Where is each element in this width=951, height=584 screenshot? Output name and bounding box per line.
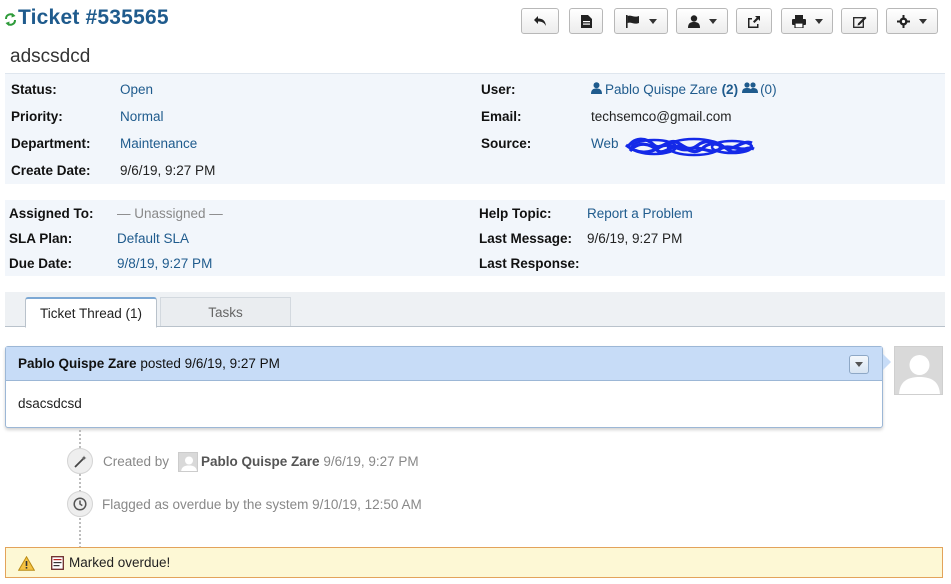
clock-icon bbox=[67, 491, 93, 517]
avatar bbox=[178, 452, 198, 472]
refresh-icon[interactable] bbox=[4, 12, 17, 27]
overdue-warning: Marked overdue! bbox=[5, 547, 943, 578]
ticket-header: Ticket #535565 bbox=[0, 0, 951, 42]
thread-entry: Pablo Quispe Zare posted 9/6/19, 9:27 PM… bbox=[5, 346, 883, 428]
user-label: User: bbox=[481, 82, 516, 97]
tab-ticket-thread[interactable]: Ticket Thread (1) bbox=[25, 297, 157, 328]
event-created-prefix: Created by bbox=[103, 454, 170, 469]
last-response-label: Last Response: bbox=[479, 256, 580, 271]
event-created-time: 9/6/19, 9:27 PM bbox=[323, 454, 419, 469]
assign-menu-button[interactable] bbox=[676, 8, 728, 34]
email-value: techsemco@gmail.com bbox=[591, 109, 732, 124]
department-value[interactable]: Maintenance bbox=[120, 136, 197, 151]
warning-text: Marked overdue! bbox=[69, 555, 171, 570]
department-label: Department: bbox=[11, 136, 91, 151]
magic-wand-icon bbox=[67, 448, 93, 474]
flag-menu-button[interactable] bbox=[614, 8, 668, 34]
due-date-label: Due Date: bbox=[9, 256, 73, 271]
event-created: Created by bbox=[103, 454, 169, 469]
chevron-down-icon bbox=[919, 18, 927, 24]
ticket-tabs: Ticket Thread (1) Tasks bbox=[5, 292, 945, 328]
edit-document-button[interactable] bbox=[569, 8, 603, 34]
event-overdue: Flagged as overdue by the system 9/10/19… bbox=[102, 497, 422, 512]
reply-button[interactable] bbox=[521, 8, 559, 34]
share-button[interactable] bbox=[736, 8, 772, 34]
avatar bbox=[894, 346, 943, 395]
due-date-value[interactable]: 9/8/19, 9:27 PM bbox=[117, 256, 212, 271]
print-icon bbox=[791, 14, 806, 28]
user-ticket-count[interactable]: (2) bbox=[722, 82, 739, 97]
flag-icon bbox=[625, 14, 640, 28]
create-date-value: 9/6/19, 9:27 PM bbox=[120, 163, 216, 178]
sla-plan-label: SLA Plan: bbox=[9, 231, 73, 246]
edit-button[interactable] bbox=[841, 8, 878, 34]
user-name-link[interactable]: Pablo Quispe Zare bbox=[605, 82, 718, 97]
source-value[interactable]: Web bbox=[591, 136, 619, 151]
ticket-subject: adscsdcd bbox=[10, 46, 91, 67]
reply-icon bbox=[533, 15, 547, 27]
chevron-down-icon bbox=[855, 362, 863, 367]
edit-icon bbox=[852, 15, 867, 28]
status-label: Status: bbox=[11, 82, 57, 97]
sla-plan-value[interactable]: Default SLA bbox=[117, 231, 189, 246]
chevron-down-icon bbox=[814, 18, 823, 24]
email-label: Email: bbox=[481, 109, 522, 124]
chevron-down-icon bbox=[708, 18, 717, 24]
posted-time: posted 9/6/19, 9:27 PM bbox=[140, 356, 280, 371]
thread-entry-poster: Pablo Quispe Zare posted 9/6/19, 9:27 PM bbox=[18, 356, 280, 371]
warning-icon bbox=[17, 555, 36, 574]
org-ticket-count[interactable]: (0) bbox=[760, 82, 777, 97]
users-icon bbox=[742, 82, 759, 97]
priority-value[interactable]: Normal bbox=[120, 109, 164, 124]
event-created-user: Pablo Quispe Zare bbox=[201, 454, 320, 469]
assignment-panel: Assigned To: — Unassigned — SLA Plan: De… bbox=[5, 200, 945, 276]
settings-menu-button[interactable] bbox=[886, 8, 938, 34]
source-label: Source: bbox=[481, 136, 532, 151]
event-created-detail: Pablo Quispe Zare 9/6/19, 9:27 PM bbox=[201, 454, 419, 469]
poster-name: Pablo Quispe Zare bbox=[18, 356, 137, 371]
print-menu-button[interactable] bbox=[781, 8, 833, 34]
ticket-title-link[interactable]: Ticket #535565 bbox=[18, 6, 169, 30]
ticket-info-panel: Status: Open Priority: Normal Department… bbox=[5, 73, 945, 184]
last-message-label: Last Message: bbox=[479, 231, 573, 246]
priority-label: Priority: bbox=[11, 109, 63, 124]
user-icon bbox=[687, 14, 700, 28]
create-date-label: Create Date: bbox=[11, 163, 91, 178]
help-topic-value[interactable]: Report a Problem bbox=[587, 206, 693, 221]
gear-icon bbox=[897, 14, 910, 28]
chevron-down-icon bbox=[648, 18, 657, 24]
note-icon bbox=[51, 556, 64, 573]
document-icon bbox=[580, 14, 592, 28]
thread-entry-pointer bbox=[883, 354, 891, 370]
last-message-value: 9/6/19, 9:27 PM bbox=[587, 231, 683, 246]
user-icon bbox=[591, 82, 602, 97]
assigned-to-label: Assigned To: bbox=[9, 206, 94, 221]
thread-entry-header: Pablo Quispe Zare posted 9/6/19, 9:27 PM bbox=[6, 347, 882, 381]
redaction-scribble bbox=[625, 137, 755, 157]
status-value[interactable]: Open bbox=[120, 82, 153, 97]
share-icon bbox=[747, 15, 761, 28]
assigned-to-value[interactable]: — Unassigned — bbox=[117, 206, 223, 221]
thread-entry-body: dsacsdcsd bbox=[18, 396, 82, 411]
help-topic-label: Help Topic: bbox=[479, 206, 552, 221]
user-value: Pablo Quispe Zare (2) (0) bbox=[591, 82, 777, 97]
thread-entry-menu-button[interactable] bbox=[849, 355, 869, 374]
tab-tasks[interactable]: Tasks bbox=[160, 297, 291, 326]
